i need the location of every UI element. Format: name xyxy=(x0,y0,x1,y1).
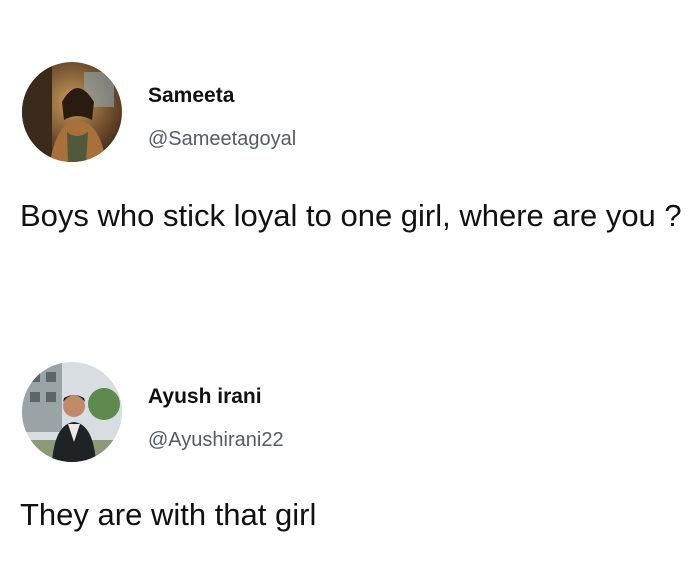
avatar[interactable] xyxy=(22,62,122,162)
avatar[interactable] xyxy=(22,362,122,462)
display-name[interactable]: Sameeta xyxy=(148,84,234,108)
avatar-photo-sameeta xyxy=(22,62,122,162)
display-name[interactable]: Ayush irani xyxy=(148,385,262,409)
tweet-post: Sameeta @Sameetagoyal Boys who stick loy… xyxy=(0,0,700,300)
user-handle[interactable]: @Sameetagoyal xyxy=(148,128,296,151)
tweet-post: Ayush irani @Ayushirani22 They are with … xyxy=(0,300,700,575)
user-handle[interactable]: @Ayushirani22 xyxy=(148,429,284,452)
avatar-photo-ayush xyxy=(22,362,122,462)
post-text: They are with that girl xyxy=(20,497,317,532)
post-text: Boys who stick loyal to one girl, where … xyxy=(20,198,682,233)
